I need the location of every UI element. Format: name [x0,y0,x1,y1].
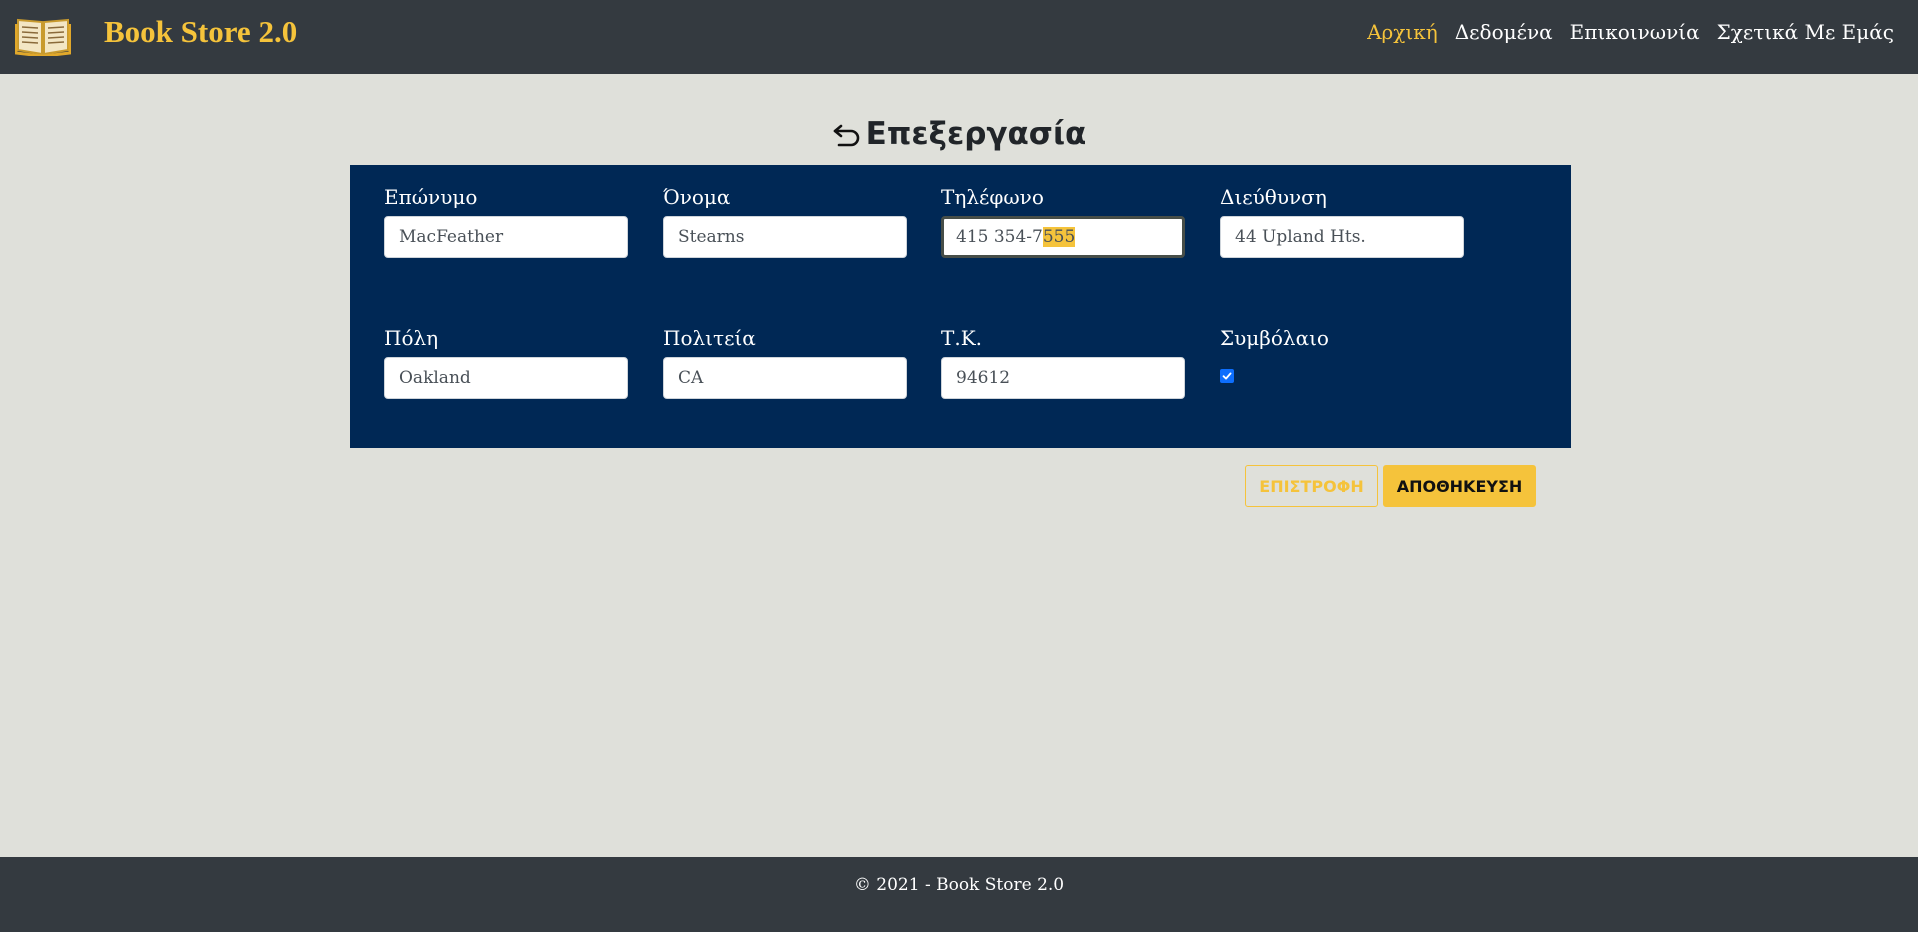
phone-selected-text: 555 [1042,227,1076,247]
nav-link-home[interactable]: Αρχική [1367,20,1438,44]
save-button[interactable]: ΑΠΟΘΗΚΕΥΣΗ [1383,465,1536,507]
field-contract: Συμβόλαιο [1220,326,1464,383]
field-state: Πολιτεία CA [663,326,907,399]
address-label: Διεύθυνση [1220,185,1327,209]
return-arrow-icon[interactable] [832,120,862,150]
back-button[interactable]: ΕΠΙΣΤΡΟΦΗ [1245,465,1378,507]
state-input[interactable]: CA [663,357,907,399]
field-last-name: Επώνυμο MacFeather [384,185,628,258]
field-zip: Τ.Κ. 94612 [941,326,1185,399]
field-first-name: Όνομα Stearns [663,185,907,258]
phone-input[interactable]: 415 354-7 555 [941,216,1185,258]
field-city: Πόλη Oakland [384,326,628,399]
last-name-input[interactable]: MacFeather [384,216,628,258]
zip-input[interactable]: 94612 [941,357,1185,399]
nav-link-data[interactable]: Δεδομένα [1455,20,1553,44]
contract-label: Συμβόλαιο [1220,326,1329,350]
main-nav: Αρχική Δεδομένα Επικοινωνία Σχετικά Με Ε… [1367,20,1894,44]
edit-form: Επώνυμο MacFeather Όνομα Stearns Τηλέφων… [350,165,1571,448]
zip-label: Τ.Κ. [941,326,982,350]
city-input[interactable]: Oakland [384,357,628,399]
city-label: Πόλη [384,326,439,350]
field-address: Διεύθυνση 44 Upland Hts. [1220,185,1464,258]
footer-copyright: © 2021 - Book Store 2.0 [853,874,1065,895]
footer: © 2021 - Book Store 2.0 [0,857,1918,932]
navbar: Book Store 2.0 Αρχική Δεδομένα Επικοινων… [0,0,1918,74]
address-input[interactable]: 44 Upland Hts. [1220,216,1464,258]
checkmark-icon [1222,372,1232,380]
first-name-input[interactable]: Stearns [663,216,907,258]
contract-checkbox[interactable] [1220,369,1234,383]
state-label: Πολιτεία [663,326,756,350]
nav-link-contact[interactable]: Επικοινωνία [1570,20,1700,44]
page-title: Επεξεργασία [865,116,1087,152]
nav-link-about[interactable]: Σχετικά Με Εμάς [1717,20,1894,44]
phone-value-text: 415 354-7 [956,227,1043,247]
phone-label: Τηλέφωνο [941,185,1044,209]
page-title-row: Επεξεργασία [0,116,1918,152]
field-phone: Τηλέφωνο 415 354-7 555 [941,185,1185,258]
first-name-label: Όνομα [663,185,731,209]
brand-title[interactable]: Book Store 2.0 [104,14,297,50]
open-book-icon[interactable] [15,12,71,56]
last-name-label: Επώνυμο [384,185,478,209]
